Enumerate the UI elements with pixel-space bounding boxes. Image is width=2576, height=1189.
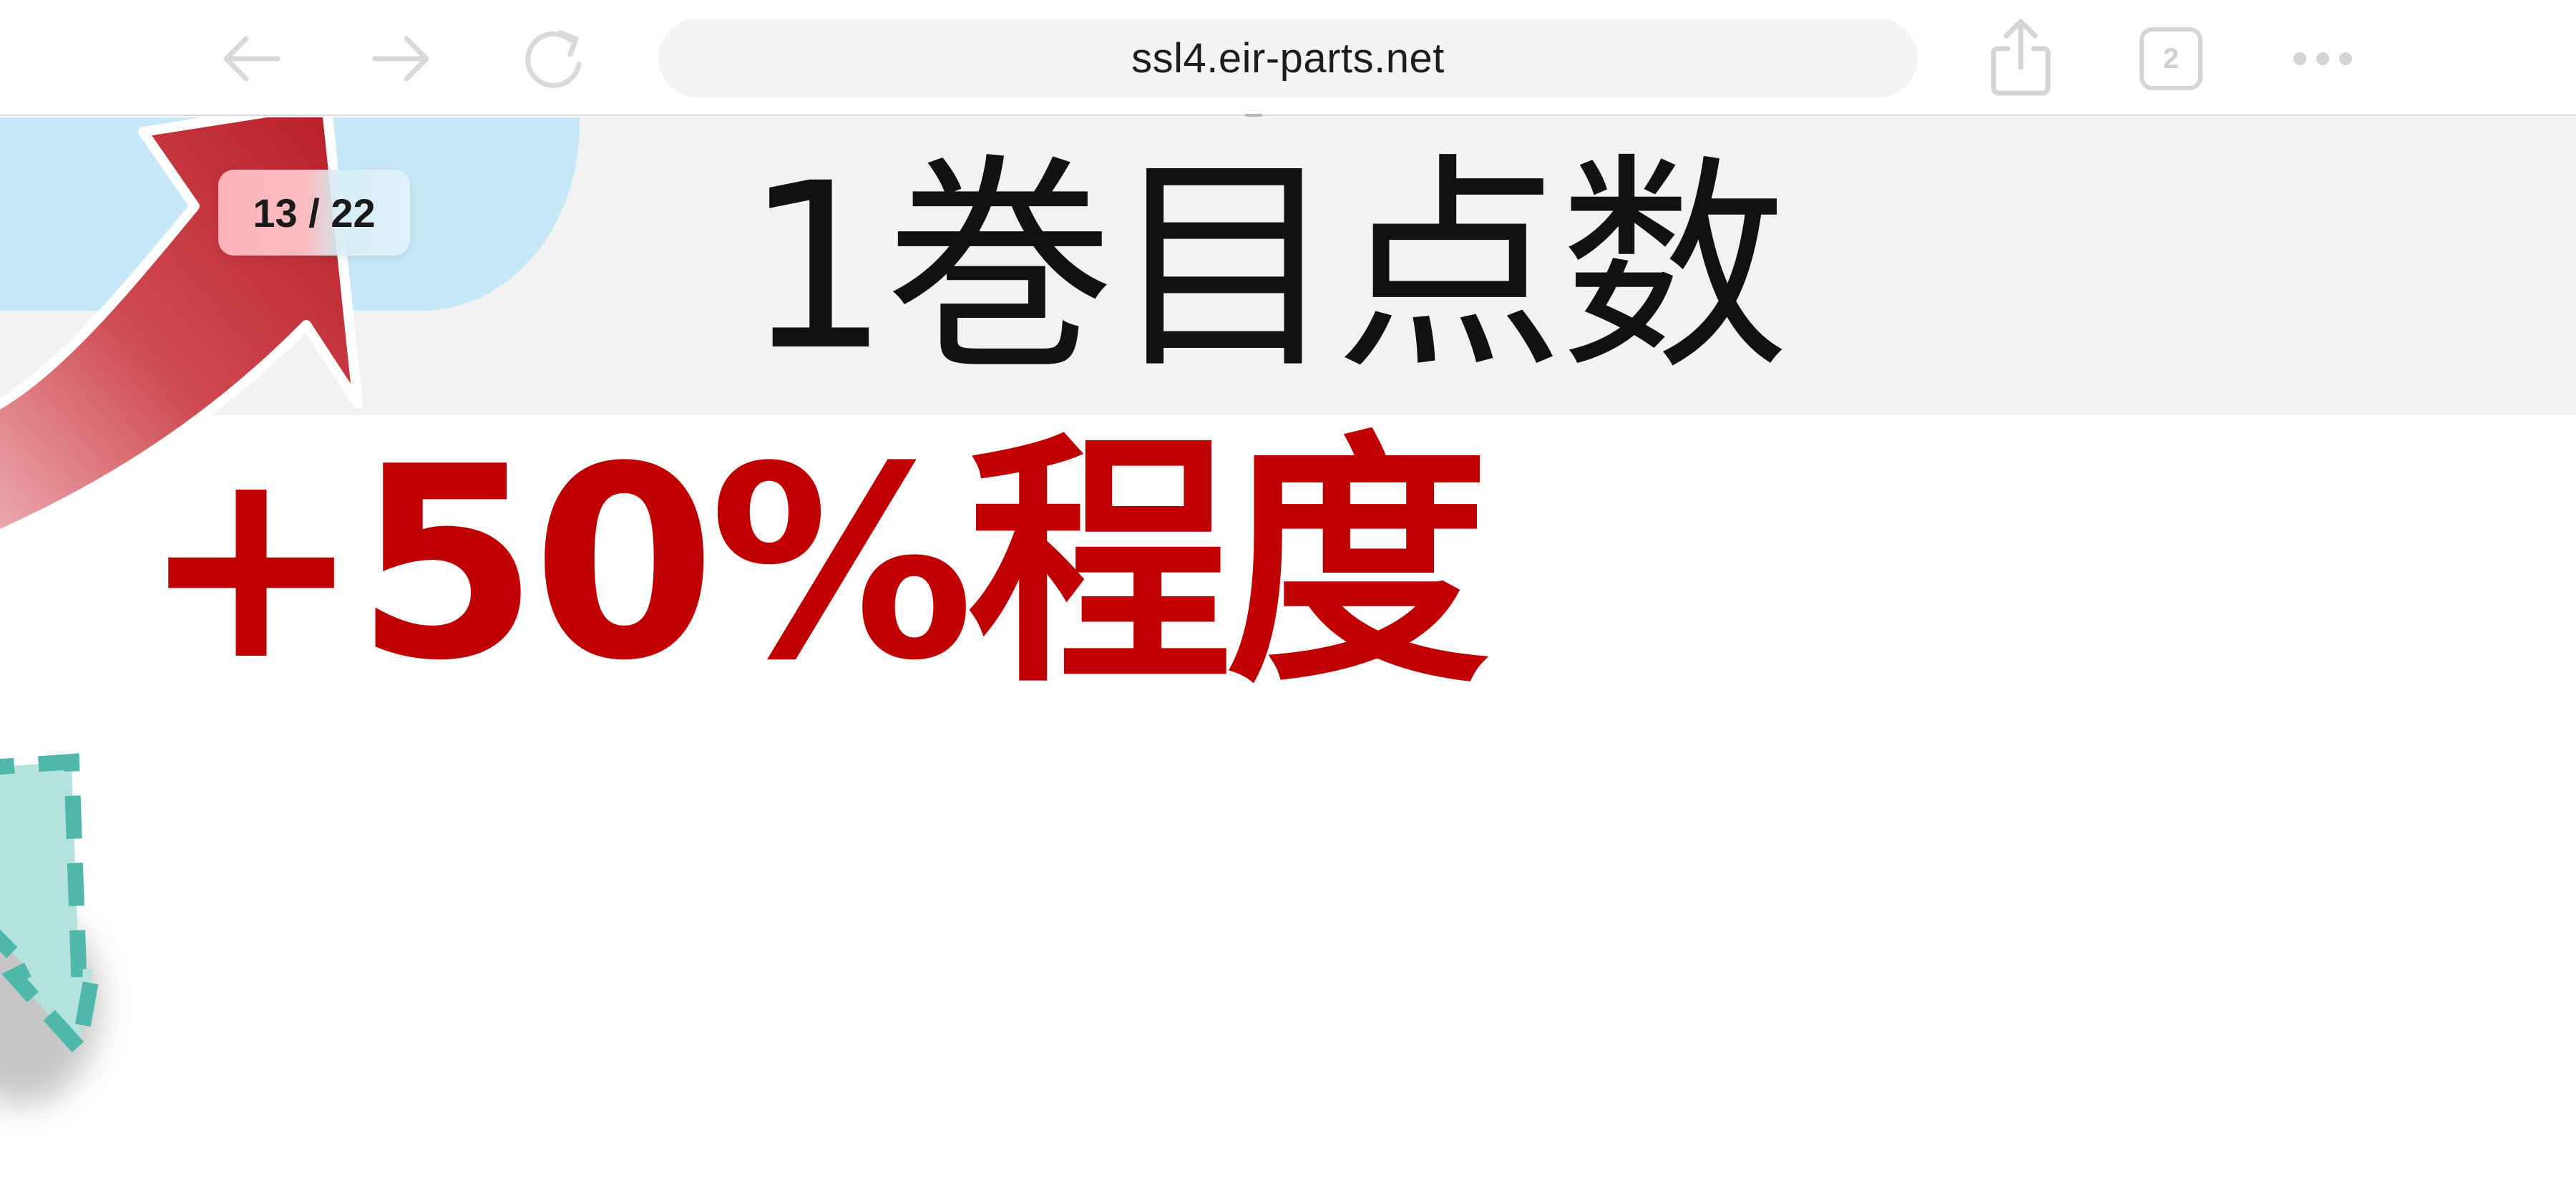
browser-toolbar: ssl4.eir-parts.net 2 xyxy=(0,0,2576,117)
forward-button[interactable] xyxy=(366,29,438,89)
share-button[interactable] xyxy=(1984,16,2058,99)
teal-dashed-arrow-icon xyxy=(0,753,103,1105)
url-text: ssl4.eir-parts.net xyxy=(1131,34,1445,82)
tabs-button[interactable]: 2 xyxy=(2140,27,2202,90)
more-button[interactable] xyxy=(2287,36,2358,82)
share-icon xyxy=(1991,19,2051,96)
slide-title: 1巻目点数 xyxy=(744,135,1789,401)
stat-text: +50%程度 xyxy=(140,411,1490,719)
arrow-right-icon xyxy=(372,36,429,82)
slide-viewer: 1巻目点数 13 / 22 +50%程度 xyxy=(0,117,2576,1189)
more-icon xyxy=(2293,52,2352,65)
reload-button[interactable] xyxy=(517,21,595,96)
reload-icon xyxy=(525,30,582,88)
page-counter: 13 / 22 xyxy=(218,170,410,256)
toolbar-grabber xyxy=(1245,114,1262,117)
arrow-left-icon xyxy=(223,36,280,82)
tab-count-label: 2 xyxy=(2162,42,2180,74)
address-bar[interactable]: ssl4.eir-parts.net xyxy=(658,19,1918,97)
back-button[interactable] xyxy=(215,29,286,89)
